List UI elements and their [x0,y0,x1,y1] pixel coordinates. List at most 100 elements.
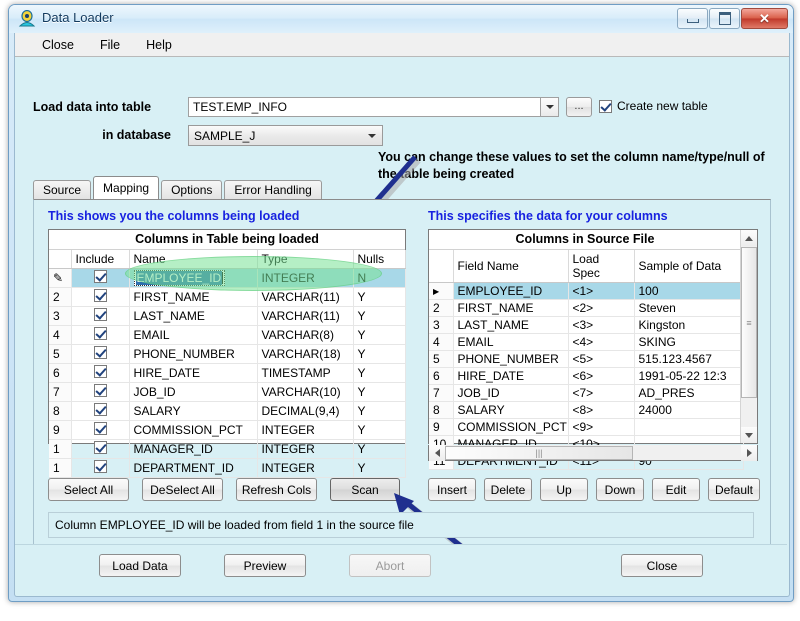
include-checkbox[interactable] [93,308,107,321]
title-bar[interactable]: Data Loader ✕ [9,5,793,33]
field-name-cell[interactable]: EMAIL [453,333,569,351]
field-name-cell[interactable]: COMMISSION_PCT [453,418,569,436]
include-checkbox[interactable] [93,327,107,340]
scroll-up-button[interactable] [741,230,757,246]
table-row[interactable]: 1 MANAGER_ID INTEGER Y [49,439,406,459]
sample-data-cell[interactable]: 100 [634,282,744,300]
column-type-cell[interactable]: VARCHAR(8) [257,325,354,345]
column-nulls-cell[interactable]: Y [353,382,406,402]
refresh-cols-button[interactable]: Refresh Cols [236,478,317,501]
table-row[interactable]: 5 PHONE_NUMBER VARCHAR(18) Y [49,344,406,364]
table-row[interactable]: 3 LAST_NAME VARCHAR(11) Y [49,306,406,326]
deselect-all-button[interactable]: DeSelect All [142,478,223,501]
table-name-dropdown-button[interactable] [541,97,559,117]
column-type-cell[interactable]: INTEGER [257,420,354,440]
column-type-cell[interactable]: DECIMAL(9,4) [257,401,354,421]
sample-data-cell[interactable]: 515.123.4567 [634,350,744,368]
column-type-cell[interactable]: VARCHAR(18) [257,344,354,364]
include-checkbox-cell[interactable] [71,325,130,345]
include-checkbox-cell[interactable] [71,439,130,459]
sample-data-cell[interactable]: 24000 [634,401,744,419]
default-button[interactable]: Default [708,478,760,501]
load-spec-cell[interactable]: <4> [568,333,635,351]
column-name-cell[interactable]: EMPLOYEE_ID [129,268,258,288]
field-name-cell[interactable]: SALARY [453,401,569,419]
table-row[interactable]: 3 LAST_NAME <3> Kingston [429,316,744,334]
field-name-cell[interactable]: HIRE_DATE [453,367,569,385]
table-row[interactable]: 9 COMMISSION_PCT INTEGER Y [49,420,406,440]
column-nulls-cell[interactable]: Y [353,439,406,459]
browse-button[interactable]: ... [566,97,592,117]
create-new-table-checkbox[interactable] [599,99,612,113]
preview-button[interactable]: Preview [224,554,306,577]
tab-options[interactable]: Options [161,180,223,199]
load-spec-cell[interactable]: <2> [568,299,635,317]
column-nulls-cell[interactable]: Y [353,344,406,364]
vertical-scroll-thumb[interactable]: ≡ [741,247,757,398]
columns-in-source-file-grid[interactable]: Columns in Source File Field Name Load S… [428,229,758,470]
down-button[interactable]: Down [596,478,644,501]
include-checkbox[interactable] [93,422,107,435]
minimize-button[interactable] [677,8,708,29]
field-name-cell[interactable]: FIRST_NAME [453,299,569,317]
load-spec-cell[interactable]: <5> [568,350,635,368]
table-row[interactable]: 2 FIRST_NAME <2> Steven [429,299,744,317]
sample-data-cell[interactable]: SKING [634,333,744,351]
column-nulls-cell[interactable]: Y [353,420,406,440]
column-nulls-cell[interactable]: Y [353,401,406,421]
load-spec-cell[interactable]: <8> [568,401,635,419]
column-nulls-cell[interactable]: Y [353,287,406,307]
table-row[interactable]: 7 JOB_ID <7> AD_PRES [429,384,744,402]
table-row[interactable]: 5 PHONE_NUMBER <5> 515.123.4567 [429,350,744,368]
include-checkbox[interactable] [93,289,107,302]
table-row[interactable]: 9 COMMISSION_PCT <9> [429,418,744,436]
load-data-button[interactable]: Load Data [99,554,181,577]
right-header-sample[interactable]: Sample of Data [634,250,744,283]
column-name-cell[interactable]: COMMISSION_PCT [129,420,258,440]
column-type-cell[interactable]: VARCHAR(10) [257,382,354,402]
include-checkbox-cell[interactable] [71,401,130,421]
include-checkbox[interactable] [93,403,107,416]
edit-button[interactable]: Edit [652,478,700,501]
up-button[interactable]: Up [540,478,588,501]
include-checkbox-cell[interactable] [71,287,130,307]
column-name-cell[interactable]: DEPARTMENT_ID [129,458,258,478]
load-spec-cell[interactable]: <9> [568,418,635,436]
maximize-button[interactable] [709,8,740,29]
create-new-table-group[interactable]: Create new table [599,99,708,113]
include-checkbox-cell[interactable] [71,420,130,440]
include-checkbox[interactable] [93,384,107,397]
column-name-cell[interactable]: HIRE_DATE [129,363,258,383]
table-name-input[interactable]: TEST.EMP_INFO [188,97,541,117]
table-row[interactable]: 7 JOB_ID VARCHAR(10) Y [49,382,406,402]
include-checkbox[interactable] [93,346,107,359]
column-name-cell[interactable]: LAST_NAME [129,306,258,326]
table-row[interactable]: 8 SALARY DECIMAL(9,4) Y [49,401,406,421]
include-checkbox-cell[interactable] [71,268,130,288]
include-checkbox-cell[interactable] [71,306,130,326]
column-name-editor[interactable]: EMPLOYEE_ID [133,270,226,286]
include-checkbox[interactable] [93,441,107,454]
column-name-cell[interactable]: FIRST_NAME [129,287,258,307]
field-name-cell[interactable]: LAST_NAME [453,316,569,334]
sample-data-cell[interactable]: AD_PRES [634,384,744,402]
load-spec-cell[interactable]: <7> [568,384,635,402]
load-spec-cell[interactable]: <3> [568,316,635,334]
table-row[interactable]: 4 EMAIL <4> SKING [429,333,744,351]
sample-data-cell[interactable]: 1991-05-22 12:3 [634,367,744,385]
column-nulls-cell[interactable]: N [353,268,406,288]
scroll-left-button[interactable] [429,444,445,461]
column-name-cell[interactable]: MANAGER_ID [129,439,258,459]
horizontal-scroll-thumb[interactable]: ||| [445,445,633,460]
load-spec-cell[interactable]: <6> [568,367,635,385]
tab-mapping[interactable]: Mapping [93,176,160,199]
sample-data-cell[interactable]: Steven [634,299,744,317]
column-type-cell[interactable]: INTEGER [257,439,354,459]
table-row[interactable]: ✎ EMPLOYEE_ID INTEGER N [49,268,406,288]
include-checkbox-cell[interactable] [71,363,130,383]
table-row[interactable]: 1 DEPARTMENT_ID INTEGER Y [49,458,406,478]
right-header-field-name[interactable]: Field Name [453,250,569,283]
close-window-button[interactable]: ✕ [741,8,788,29]
database-select[interactable]: SAMPLE_J [188,125,383,146]
menu-item-close[interactable]: Close [29,36,87,54]
